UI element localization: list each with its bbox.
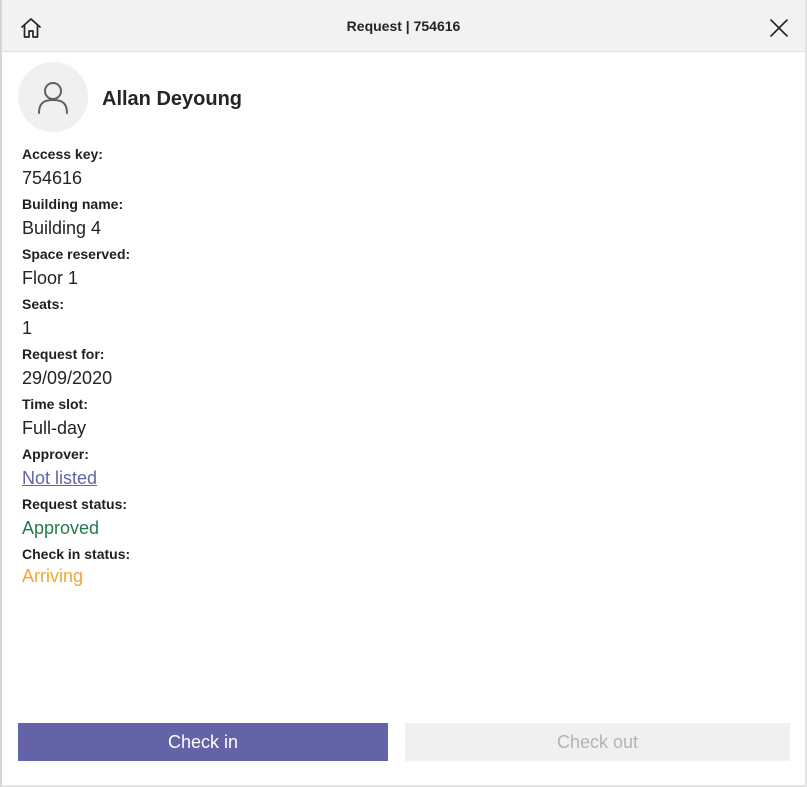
field-access-key: Access key: 754616 xyxy=(22,144,130,194)
field-label: Time slot: xyxy=(22,396,88,412)
field-value: Floor 1 xyxy=(22,268,79,288)
field-approver: Approver: Not listed xyxy=(22,444,130,494)
field-value: Full-day xyxy=(22,418,87,438)
field-label: Approver: xyxy=(22,446,89,462)
action-bar: Check in Check out xyxy=(18,723,790,761)
approver-link[interactable]: Not listed xyxy=(22,465,130,492)
field-value: 754616 xyxy=(22,168,83,188)
title-bar: Request | 754616 xyxy=(2,0,805,52)
close-button[interactable] xyxy=(763,12,795,44)
field-label: Building name: xyxy=(22,196,124,212)
field-request-status: Request status: Approved xyxy=(22,494,130,544)
field-time-slot: Time slot: Full-day xyxy=(22,394,130,444)
check-in-status-value: Arriving xyxy=(22,566,84,586)
avatar xyxy=(18,62,88,132)
field-label: Access key: xyxy=(22,146,103,162)
field-label: Seats: xyxy=(22,296,65,312)
check-in-button[interactable]: Check in xyxy=(18,723,388,761)
field-value: Building 4 xyxy=(22,218,102,238)
user-profile: Allan Deyoung xyxy=(18,62,242,132)
user-name: Allan Deyoung xyxy=(102,87,243,110)
request-status-value: Approved xyxy=(22,518,100,538)
field-label: Check in status: xyxy=(22,546,131,562)
field-label: Space reserved: xyxy=(22,246,131,262)
field-check-in-status: Check in status: Arriving xyxy=(22,544,130,594)
close-icon xyxy=(770,19,788,37)
field-label: Request for: xyxy=(22,346,105,362)
check-out-button: Check out xyxy=(405,723,790,761)
field-space-reserved: Space reserved: Floor 1 xyxy=(22,244,130,294)
field-label: Request status: xyxy=(22,496,128,512)
person-icon xyxy=(38,82,68,114)
field-request-for: Request for: 29/09/2020 xyxy=(22,344,130,394)
request-dialog: Request | 754616 Allan Deyoung Access ke… xyxy=(0,0,807,787)
field-building-name: Building name: Building 4 xyxy=(22,194,130,244)
request-details: Access key: 754616 Building name: Buildi… xyxy=(22,144,130,594)
field-value: 29/09/2020 xyxy=(22,368,113,388)
field-seats: Seats: 1 xyxy=(22,294,130,344)
dialog-title: Request | 754616 xyxy=(346,18,461,34)
field-value: 1 xyxy=(22,318,33,338)
